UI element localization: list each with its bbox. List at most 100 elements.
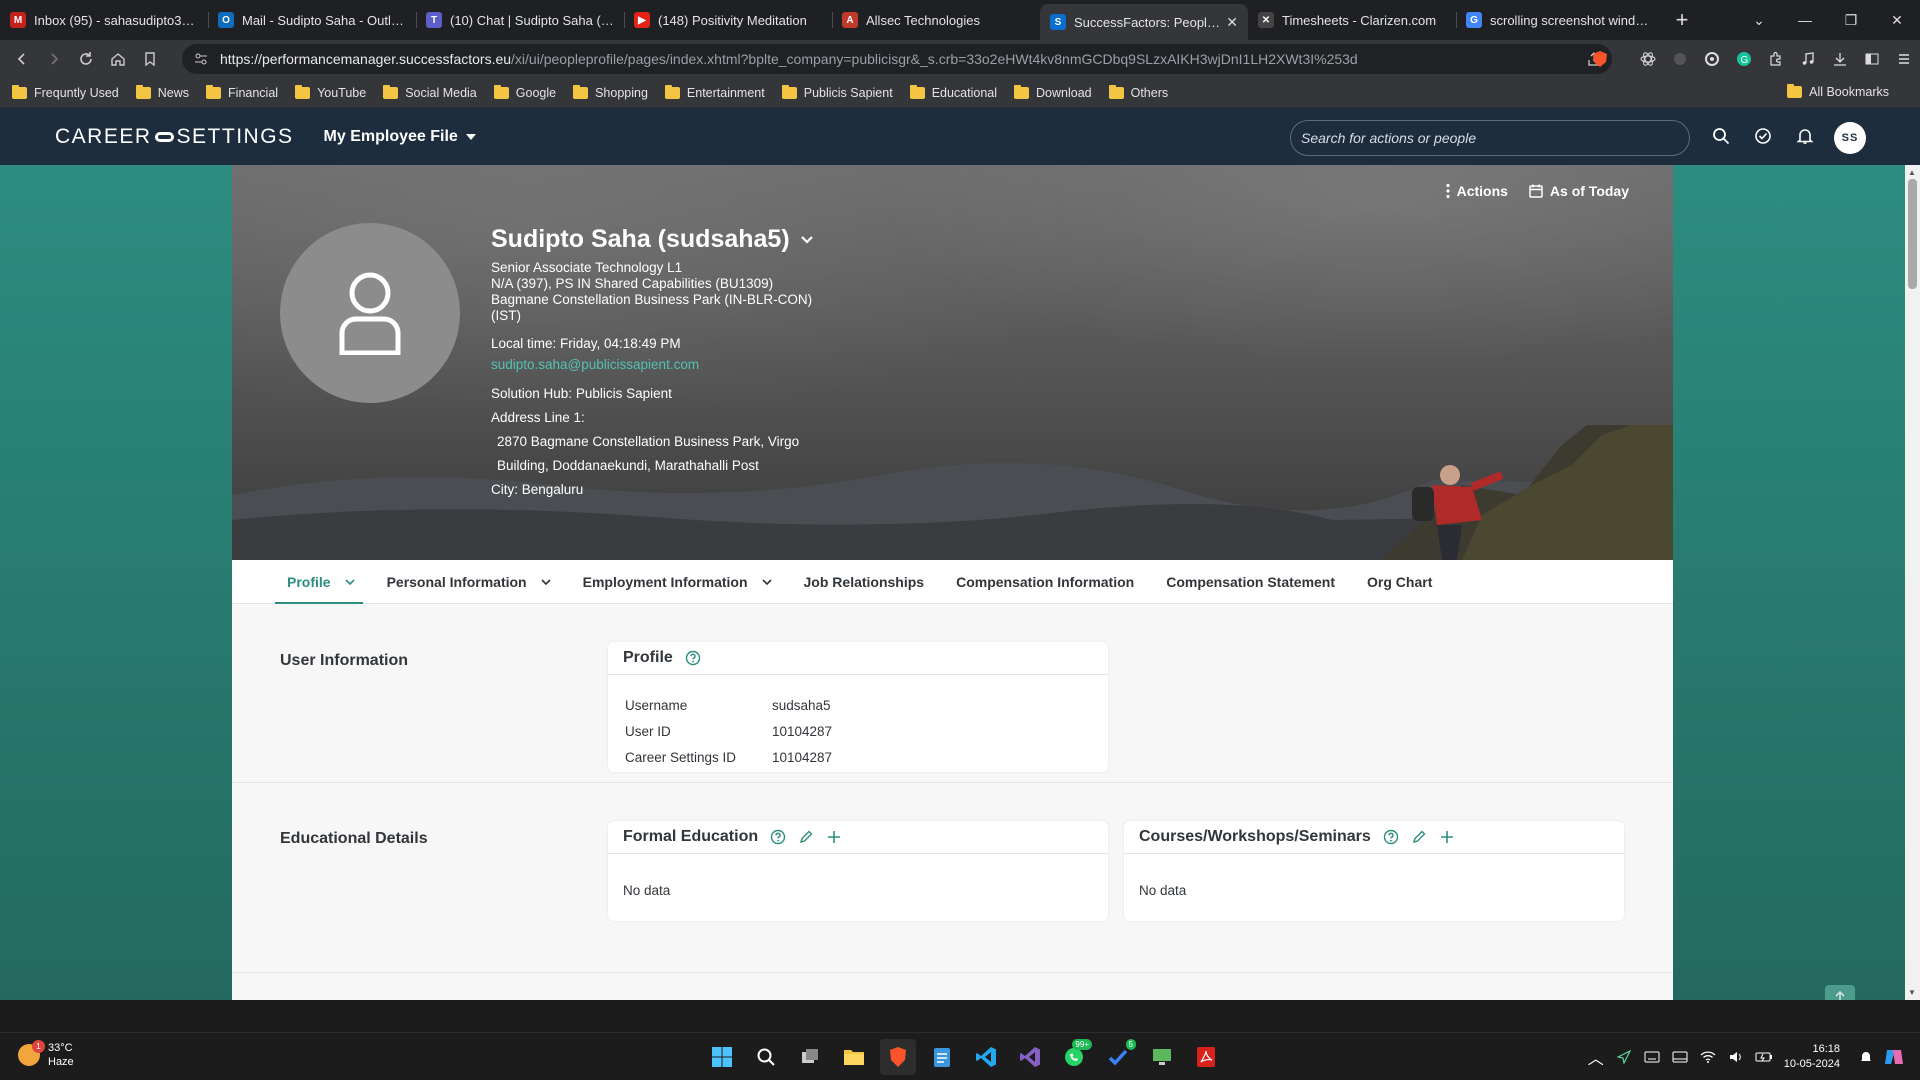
- user-avatar[interactable]: SS: [1834, 122, 1866, 154]
- extensions-puzzle-icon[interactable]: [1760, 43, 1792, 75]
- page-scrollbar[interactable]: ▲ ▼: [1905, 165, 1920, 1000]
- file-explorer-icon[interactable]: [836, 1039, 872, 1075]
- download-icon[interactable]: [1824, 43, 1856, 75]
- browser-tab[interactable]: ✕ Timesheets - Clarizen.com: [1248, 0, 1456, 40]
- weather-widget[interactable]: 1 33°C Haze: [18, 1040, 74, 1069]
- whatsapp-icon[interactable]: 99+: [1056, 1039, 1092, 1075]
- minimize-button[interactable]: —: [1782, 0, 1828, 40]
- browser-tab[interactable]: A Allsec Technologies: [832, 0, 1040, 40]
- close-window-button[interactable]: ✕: [1874, 0, 1920, 40]
- bookmark-folder[interactable]: Frequntly Used: [12, 84, 119, 100]
- bookmark-folder[interactable]: YouTube: [295, 84, 366, 100]
- close-tab-icon[interactable]: ✕: [1226, 14, 1238, 31]
- notification-bell-icon[interactable]: [1852, 1050, 1880, 1064]
- site-info-icon[interactable]: [194, 52, 208, 66]
- bookmark-folder[interactable]: Publicis Sapient: [781, 84, 893, 100]
- visual-studio-icon[interactable]: [1012, 1039, 1048, 1075]
- notifications-bell-icon[interactable]: [1784, 116, 1826, 156]
- bookmark-folder[interactable]: Google: [493, 84, 556, 100]
- search-icon[interactable]: [1700, 116, 1742, 156]
- help-icon[interactable]: [685, 650, 701, 666]
- all-bookmarks-folder[interactable]: All Bookmarks: [1787, 84, 1889, 99]
- reload-icon[interactable]: [70, 43, 102, 75]
- sidebar-toggle-icon[interactable]: [1856, 43, 1888, 75]
- browser-tab[interactable]: T (10) Chat | Sudipto Saha (You): [416, 0, 624, 40]
- bookmark-icon[interactable]: [134, 43, 166, 75]
- module-selector[interactable]: My Employee File: [324, 128, 476, 146]
- back-icon[interactable]: [6, 43, 38, 75]
- system-clock[interactable]: 16:18 10-05-2024: [1784, 1042, 1840, 1072]
- chevron-down-icon[interactable]: [761, 578, 772, 586]
- browser-tab[interactable]: O Mail - Sudipto Saha - Outlook: [208, 0, 416, 40]
- browser-tab[interactable]: Gscrolling screenshot windows: [1456, 0, 1664, 40]
- bookmark-folder[interactable]: Shopping: [573, 84, 648, 100]
- edit-pencil-icon[interactable]: [1411, 829, 1427, 845]
- wifi-icon[interactable]: [1694, 1050, 1722, 1064]
- tab-job-relationships[interactable]: Job Relationships: [804, 560, 925, 604]
- approvals-icon[interactable]: [1742, 116, 1784, 156]
- acrobat-icon[interactable]: [1188, 1039, 1224, 1075]
- tab-profile[interactable]: Profile: [275, 560, 363, 604]
- chevron-down-icon[interactable]: [541, 578, 551, 586]
- restore-button[interactable]: ❐: [1828, 0, 1874, 40]
- search-input[interactable]: Search for actions or people: [1290, 120, 1690, 156]
- todo-icon[interactable]: 5: [1100, 1039, 1136, 1075]
- scrollbar-thumb[interactable]: [1908, 179, 1917, 289]
- actions-button[interactable]: Actions: [1445, 183, 1508, 199]
- bookmark-folder[interactable]: Educational: [909, 84, 997, 100]
- battery-icon[interactable]: [1750, 1051, 1778, 1063]
- tab-search-icon[interactable]: ⌄: [1736, 0, 1782, 40]
- react-devtools-icon[interactable]: [1632, 43, 1664, 75]
- media-icon[interactable]: [1792, 43, 1824, 75]
- browser-tab[interactable]: M Inbox (95) - sahasudipto336@: [0, 0, 208, 40]
- add-icon[interactable]: [1439, 829, 1455, 845]
- browser-tab[interactable]: S SuccessFactors: People Pr ✕: [1040, 4, 1248, 40]
- notepad-icon[interactable]: [924, 1039, 960, 1075]
- browser-tab[interactable]: ▶ (148) Positivity Meditation: [624, 0, 832, 40]
- display-icon[interactable]: [1666, 1051, 1694, 1063]
- email-link[interactable]: sudipto.saha@publicissapient.com: [491, 357, 911, 372]
- add-icon[interactable]: [826, 829, 842, 845]
- menu-icon[interactable]: [1888, 43, 1920, 75]
- forward-icon[interactable]: [38, 43, 70, 75]
- tab-personal-information[interactable]: Personal Information: [387, 560, 551, 604]
- help-icon[interactable]: [1383, 829, 1399, 845]
- location-icon[interactable]: [1610, 1050, 1638, 1064]
- grammarly-icon[interactable]: G: [1728, 43, 1760, 75]
- taskbar-search-icon[interactable]: [748, 1039, 784, 1075]
- help-icon[interactable]: [770, 829, 786, 845]
- extension-icon-2[interactable]: [1664, 43, 1696, 75]
- brave-shield-icon[interactable]: [1584, 43, 1616, 75]
- tab-compensation-information[interactable]: Compensation Information: [956, 560, 1134, 604]
- volume-icon[interactable]: [1722, 1050, 1750, 1064]
- bookmark-folder[interactable]: Others: [1108, 84, 1168, 100]
- bookmark-folder[interactable]: Entertainment: [664, 84, 765, 100]
- tab-compensation-statement[interactable]: Compensation Statement: [1166, 560, 1335, 604]
- bookmark-folder[interactable]: Social Media: [383, 84, 477, 100]
- vscode-icon[interactable]: [968, 1039, 1004, 1075]
- address-bar[interactable]: https://performancemanager.successfactor…: [182, 44, 1612, 74]
- as-of-date-button[interactable]: As of Today: [1528, 183, 1629, 199]
- remote-desktop-icon[interactable]: [1144, 1039, 1180, 1075]
- tab-employment-information[interactable]: Employment Information: [583, 560, 772, 604]
- chevron-down-icon[interactable]: [345, 578, 355, 586]
- bookmark-folder[interactable]: Financial: [206, 84, 278, 100]
- edit-pencil-icon[interactable]: [798, 829, 814, 845]
- show-hidden-icons-icon[interactable]: ︿: [1582, 1045, 1610, 1069]
- brave-browser-icon[interactable]: [880, 1039, 916, 1075]
- employee-name-dropdown[interactable]: Sudipto Saha (sudsaha5): [491, 225, 911, 254]
- scroll-down-arrow-icon[interactable]: ▼: [1908, 988, 1916, 997]
- extension-icon-3[interactable]: [1696, 43, 1728, 75]
- home-icon[interactable]: [102, 43, 134, 75]
- keyboard-icon[interactable]: [1638, 1051, 1666, 1063]
- bookmark-folder[interactable]: News: [135, 84, 189, 100]
- task-view-icon[interactable]: [792, 1039, 828, 1075]
- scroll-up-arrow-icon[interactable]: ▲: [1908, 168, 1916, 177]
- copilot-icon[interactable]: [1880, 1048, 1908, 1066]
- bookmark-folder[interactable]: Download: [1014, 84, 1092, 100]
- tab-org-chart[interactable]: Org Chart: [1367, 560, 1432, 604]
- windows-start-icon[interactable]: [704, 1039, 740, 1075]
- profile-photo[interactable]: [280, 223, 460, 403]
- company-logo[interactable]: CAREER SETTINGS: [55, 125, 294, 149]
- new-tab-button[interactable]: +: [1664, 0, 1700, 40]
